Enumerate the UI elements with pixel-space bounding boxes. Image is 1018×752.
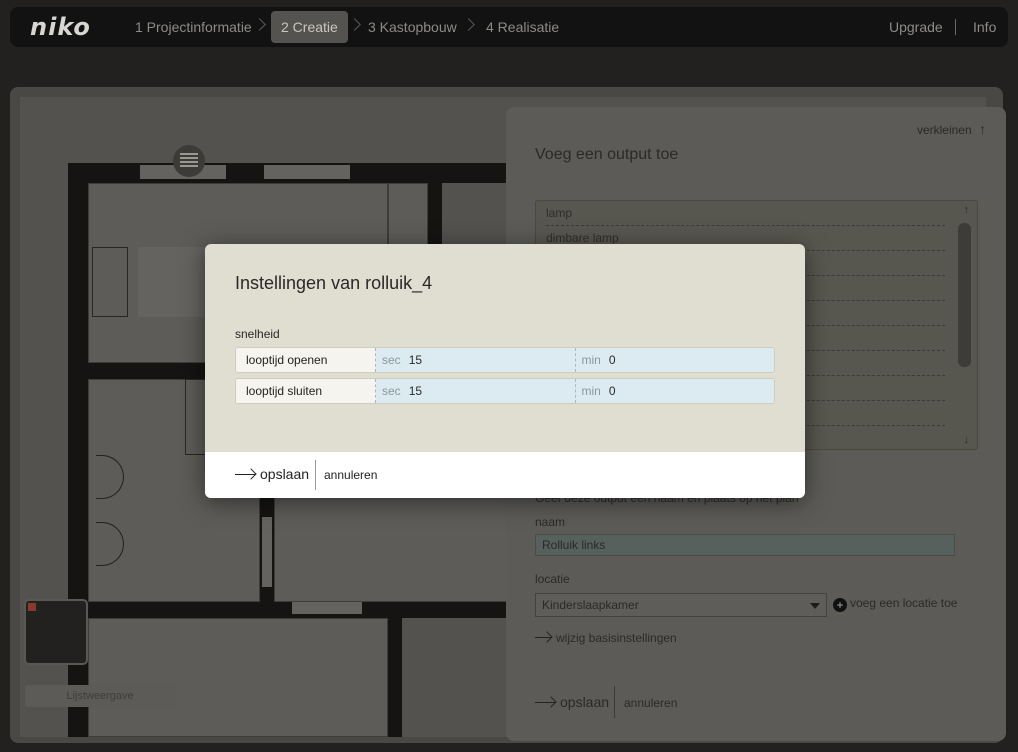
bathtub	[92, 247, 128, 317]
unit-label: min	[581, 384, 601, 398]
seconds-field[interactable]: sec	[376, 348, 576, 372]
collapse-button[interactable]: verkleinen ↑	[917, 121, 986, 137]
top-navigation-bar: niko 1 Projectinformatie 2 Creatie 3 Kas…	[10, 7, 1008, 47]
room-bedroom[interactable]	[88, 618, 388, 737]
close-icon[interactable]	[28, 603, 36, 611]
unit-label: min	[581, 353, 601, 367]
list-item[interactable]: lamp	[546, 201, 945, 226]
upgrade-link[interactable]: Upgrade	[889, 11, 943, 43]
panel-title: Voeg een output toe	[535, 146, 679, 163]
save-label: opslaan	[260, 466, 310, 482]
info-link[interactable]: Info	[973, 11, 996, 43]
seconds-field[interactable]: sec	[376, 379, 576, 403]
location-label: locatie	[535, 572, 570, 586]
open-minutes-input[interactable]	[608, 353, 709, 367]
step-projectinformatie[interactable]: 1 Projectinformatie	[125, 11, 262, 43]
location-select[interactable]: Kinderslaapkamer	[535, 593, 827, 617]
counter	[138, 247, 208, 317]
dialog-title: Instellingen van rolluik_4	[235, 273, 433, 293]
arrow-up-icon: ↑	[979, 121, 986, 137]
add-location-label: voeg een locatie toe	[850, 596, 958, 610]
basic-settings-link[interactable]: wijzig basisinstellingen	[535, 631, 677, 645]
row-label: looptijd openen	[236, 348, 376, 372]
panel-save-button[interactable]: opslaan	[535, 694, 609, 710]
name-input[interactable]	[535, 534, 955, 556]
scroll-up-icon[interactable]: ↑	[964, 204, 970, 216]
scroll-down-icon[interactable]: ↓	[964, 434, 970, 446]
row-label: looptijd sluiten	[236, 379, 376, 403]
basic-settings-label: wijzig basisinstellingen	[556, 631, 677, 645]
cancel-button[interactable]: annuleren	[324, 468, 377, 482]
panel-cancel-button[interactable]: annuleren	[624, 696, 677, 710]
wall	[388, 618, 402, 737]
unit-label: sec	[382, 384, 401, 398]
dialog-footer: opslaan annuleren	[205, 452, 805, 498]
plus-icon: +	[833, 598, 847, 612]
panel-actions-separator	[614, 686, 615, 718]
floor-plan-thumbnail[interactable]	[24, 599, 88, 665]
close-minutes-input[interactable]	[608, 384, 709, 398]
row-close-duration: looptijd sluiten sec min	[235, 378, 775, 404]
window	[264, 165, 350, 179]
footer-separator	[315, 460, 316, 490]
step-kastopbouw[interactable]: 3 Kastopbouw	[358, 11, 467, 43]
add-location-button[interactable]: + voeg een locatie toe	[833, 596, 957, 612]
arrow-right-icon	[535, 702, 555, 703]
close-seconds-input[interactable]	[408, 384, 509, 398]
list-view-button[interactable]: Lijstweergave	[25, 685, 175, 707]
panel-save-label: opslaan	[560, 694, 610, 710]
row-open-duration: looptijd openen sec min	[235, 347, 775, 373]
step-realisatie[interactable]: 4 Realisatie	[476, 11, 569, 43]
collapse-label: verkleinen	[916, 123, 972, 137]
open-seconds-input[interactable]	[408, 353, 509, 367]
roller-blind-icon[interactable]	[173, 145, 205, 177]
caret-down-icon	[810, 603, 820, 609]
save-button[interactable]: opslaan	[235, 466, 309, 482]
window	[292, 602, 362, 614]
unit-label: sec	[382, 353, 401, 367]
arrow-right-icon	[535, 637, 551, 638]
minutes-field[interactable]: min	[576, 348, 775, 372]
niko-logo[interactable]: niko	[30, 13, 91, 41]
location-value: Kinderslaapkamer	[542, 598, 639, 612]
name-label: naam	[535, 515, 566, 529]
nav-separator	[955, 19, 956, 35]
scrollbar[interactable]	[958, 223, 971, 367]
minutes-field[interactable]: min	[576, 379, 775, 403]
door-frame	[262, 517, 272, 587]
arrow-right-icon	[235, 474, 255, 475]
step-creatie[interactable]: 2 Creatie	[271, 11, 348, 43]
section-label-speed: snelheid	[235, 327, 280, 341]
rolluik-settings-dialog: Instellingen van rolluik_4 snelheid loop…	[205, 244, 805, 498]
